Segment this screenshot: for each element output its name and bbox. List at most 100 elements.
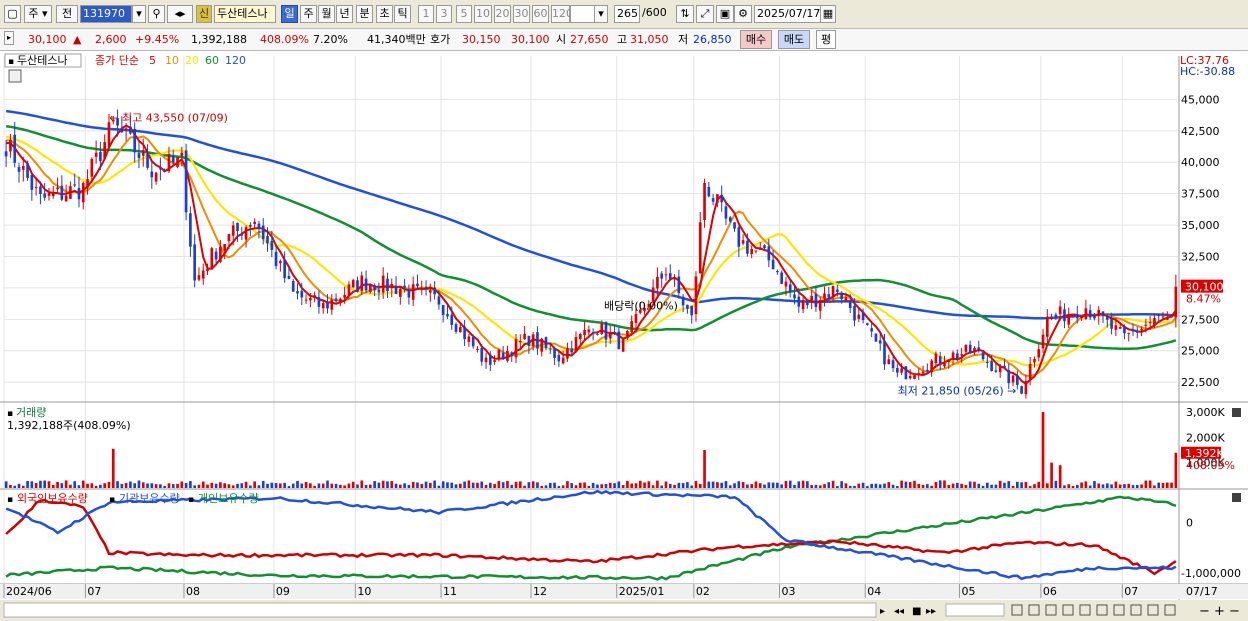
volume-bar xyxy=(1015,481,1019,488)
code-dropdown-icon[interactable]: ▾ xyxy=(132,5,146,23)
candle-body xyxy=(274,251,278,267)
interval-60-button[interactable]: 60 xyxy=(532,5,549,23)
eval-button[interactable]: 평 xyxy=(816,30,836,49)
volume-bar xyxy=(1148,480,1152,488)
candle-body xyxy=(99,151,102,162)
candle-body xyxy=(1174,286,1178,318)
quote-toggle-icon[interactable]: ▸ xyxy=(4,31,14,45)
count-total: /600 xyxy=(642,6,667,19)
chart-type-icon[interactable]: ⇅ xyxy=(676,5,694,23)
period-5-button[interactable]: 초 xyxy=(376,5,393,23)
candle-body xyxy=(1165,317,1169,320)
candle-body xyxy=(266,236,269,244)
interval-30-button[interactable]: 30 xyxy=(513,5,530,23)
date-input[interactable]: 2025/07/17 xyxy=(754,5,822,23)
volume-bar xyxy=(1063,485,1066,488)
draw-tool-icon[interactable]: ⤢ xyxy=(696,5,714,23)
market-select[interactable]: 주 ▾ xyxy=(24,5,52,23)
volume-bar xyxy=(681,483,685,488)
chart-area[interactable]: ▪ 두산테스나 종가 단순 5 10 20 60 12045,00042,50040,0003… xyxy=(0,51,1248,621)
candle-body xyxy=(1123,327,1126,334)
period-6-button[interactable]: 틱 xyxy=(394,5,411,23)
volume-bar xyxy=(60,483,64,488)
candle-body xyxy=(39,186,42,195)
volume-bar xyxy=(887,482,891,488)
candle-body xyxy=(13,134,17,163)
volume-bar xyxy=(1101,484,1105,488)
dividend-annotation: 배당락(0.00%) xyxy=(604,299,678,312)
candle-body xyxy=(180,152,184,157)
buy-button[interactable]: 매수 xyxy=(740,30,772,49)
candle-body xyxy=(137,153,141,159)
candle-body xyxy=(480,348,484,362)
speaker-icon[interactable]: ◂▸ xyxy=(167,5,193,23)
period-4-button[interactable]: 분 xyxy=(356,5,373,23)
candle-body xyxy=(806,301,809,306)
interval-120-button[interactable]: 120 xyxy=(551,5,573,23)
interval-20-button[interactable]: 20 xyxy=(494,5,511,23)
interval-dropdown-icon[interactable]: ▾ xyxy=(594,5,608,23)
scroll-first-icon[interactable]: ◂◂ xyxy=(894,606,904,617)
stock-code-input[interactable]: 131970 xyxy=(80,5,132,23)
zoom-out-button[interactable]: − xyxy=(1199,604,1210,619)
candle-body xyxy=(9,139,12,152)
volume-bar xyxy=(189,481,192,488)
pane-close-icon[interactable] xyxy=(1232,493,1241,502)
interval-1-button[interactable]: 1 xyxy=(418,5,434,23)
window-menu-icon[interactable]: ▢ xyxy=(4,5,21,23)
volume-bar xyxy=(921,484,925,488)
volume-bar xyxy=(279,483,282,488)
interval-10-button[interactable]: 10 xyxy=(474,5,492,23)
candle-body xyxy=(253,221,256,224)
volume-bar xyxy=(527,482,531,488)
period-0-button[interactable]: 일 xyxy=(281,5,298,23)
candle-body xyxy=(728,217,732,222)
candle-body xyxy=(373,285,376,291)
scroll-right-icon[interactable]: ▸ xyxy=(880,606,885,617)
count-input[interactable]: 265 xyxy=(614,5,640,23)
volume-bar xyxy=(964,484,968,488)
volume-bar xyxy=(1123,484,1126,488)
save-icon[interactable]: ▣ xyxy=(716,5,734,23)
stop-icon[interactable]: ■ xyxy=(912,606,921,617)
interval-3-button[interactable]: 3 xyxy=(436,5,452,23)
indicator-icon[interactable] xyxy=(8,69,22,83)
legend-ma120: 120 xyxy=(225,54,246,67)
calendar-icon[interactable]: ▦ xyxy=(820,5,836,23)
candle-body xyxy=(553,347,556,358)
prev-toggle[interactable]: 전 xyxy=(56,5,78,23)
scroll-track[interactable] xyxy=(3,602,877,618)
volume-bar xyxy=(716,482,719,488)
candle-body xyxy=(951,352,955,360)
candle-body xyxy=(326,302,329,309)
period-2-button[interactable]: 월 xyxy=(318,5,335,23)
scroll-last-icon[interactable]: ▸▸ xyxy=(926,606,936,617)
volume-bar xyxy=(163,485,167,488)
volume-bar xyxy=(47,481,51,488)
volume-bar xyxy=(788,480,792,488)
pane-close-icon[interactable] xyxy=(1232,408,1241,417)
stock-name-field[interactable]: 두산테스나 xyxy=(214,5,276,23)
candle-body xyxy=(309,297,312,301)
interval-5-button[interactable]: 5 xyxy=(456,5,472,23)
zoom-slider[interactable] xyxy=(945,603,1005,617)
price-tick-label: 42,500 xyxy=(1181,125,1220,138)
volume-bar xyxy=(956,482,959,488)
current-price: 30,100 xyxy=(28,33,67,46)
reset-zoom-button[interactable]: − xyxy=(1229,604,1240,619)
gear-icon[interactable]: ⚙ xyxy=(734,5,752,23)
volume-bar xyxy=(450,482,454,488)
volume-bar xyxy=(261,480,265,488)
sell-button[interactable]: 매도 xyxy=(778,30,810,49)
candle-body xyxy=(1054,314,1058,317)
period-3-button[interactable]: 년 xyxy=(336,5,353,23)
volume-bar xyxy=(763,484,766,488)
volume-bar xyxy=(313,485,316,488)
x-tick-label: 07 xyxy=(87,585,101,598)
volume-bar xyxy=(660,485,664,488)
search-icon[interactable]: ⚲ xyxy=(148,5,165,23)
x-tick-label: 10 xyxy=(357,585,371,598)
period-1-button[interactable]: 주 xyxy=(300,5,317,23)
zoom-in-button[interactable]: + xyxy=(1214,604,1225,619)
volume-bar xyxy=(120,483,124,488)
